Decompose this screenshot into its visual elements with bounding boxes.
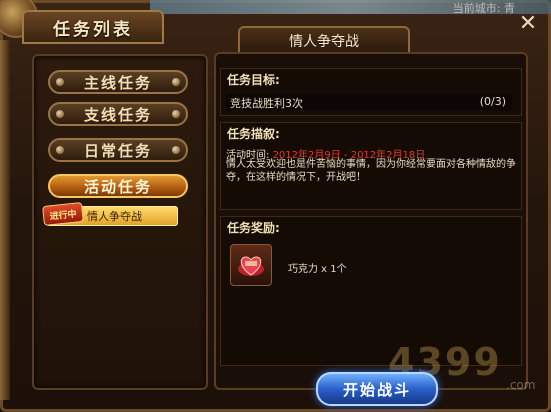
category-side-quest-button[interactable]: 支线任务 [48, 102, 188, 126]
window-side-decoration [0, 40, 10, 400]
stud-icon [56, 110, 64, 118]
start-battle-button[interactable]: 开始战斗 [316, 372, 438, 406]
category-daily-quest-button[interactable]: 日常任务 [48, 138, 188, 162]
reward-item-slot[interactable] [230, 244, 272, 286]
close-button[interactable]: ✕ [515, 12, 541, 36]
goal-row: 竞技战胜利3次 (0/3) [226, 94, 512, 110]
top-strip-text: 当前城市: 青 [452, 2, 515, 15]
category-label: 活动任务 [83, 177, 152, 196]
category-label: 日常任务 [83, 141, 152, 160]
quest-list-tab[interactable]: 任务列表 [22, 10, 164, 44]
category-main-quest-button[interactable]: 主线任务 [48, 70, 188, 94]
goal-text: 竞技战胜利3次 [230, 97, 303, 110]
goal-header: 任务目标: [227, 73, 280, 87]
description-header: 任务描叙: [227, 127, 280, 141]
description-text: 情人太受欢迎也是件苦恼的事情，因为你经常要面对各种情敌的争夺，在这样的情况下，开… [226, 159, 516, 183]
site-watermark-suffix: .com [506, 378, 536, 392]
quest-list-item[interactable]: 进行中 情人争夺战 [42, 201, 178, 227]
stud-icon [56, 146, 64, 154]
category-label: 主线任务 [83, 73, 152, 92]
reward-item-label: 巧克力 x 1个 [288, 264, 347, 275]
chocolate-heart-icon [238, 256, 264, 276]
quest-item-label: 情人争夺战 [87, 210, 142, 223]
stud-icon [172, 146, 180, 154]
in-progress-badge: 进行中 [42, 201, 84, 227]
top-strip: 当前城市: 青 [150, 0, 551, 15]
stud-icon [56, 78, 64, 86]
category-panel: 主线任务 支线任务 日常任务 活动任务 进行中 情人争夺战 [32, 54, 208, 390]
category-label: 支线任务 [83, 105, 152, 124]
stud-icon [172, 78, 180, 86]
goal-progress: (0/3) [479, 95, 506, 108]
reward-header: 任务奖励: [227, 221, 280, 235]
stud-icon [172, 110, 180, 118]
category-event-quest-button[interactable]: 活动任务 [48, 174, 188, 198]
